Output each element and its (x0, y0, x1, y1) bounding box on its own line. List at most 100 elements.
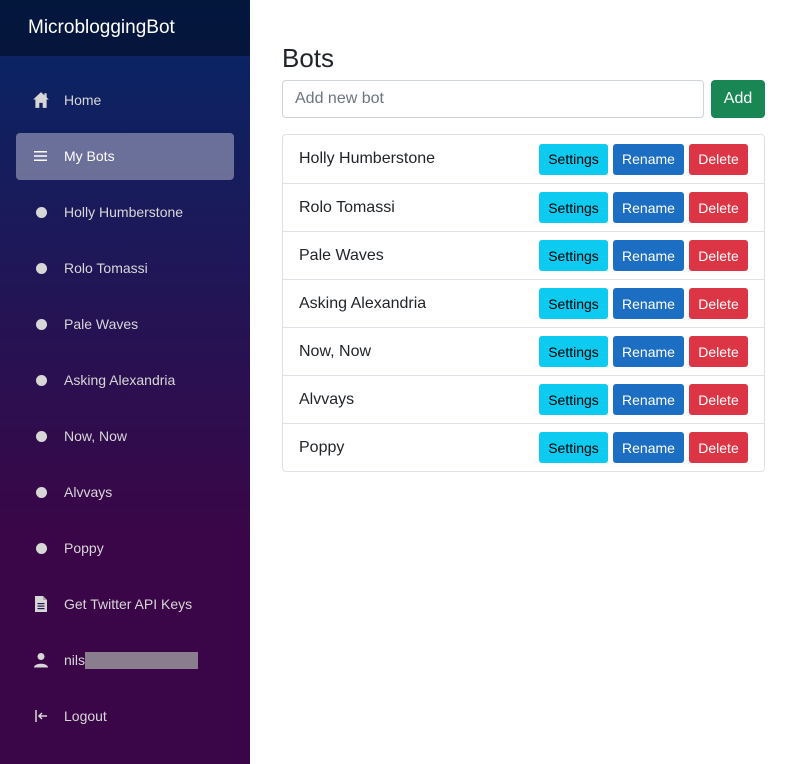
add-bot-button[interactable]: Add (711, 80, 765, 118)
rename-button[interactable]: Rename (613, 192, 684, 223)
delete-button[interactable]: Delete (689, 336, 748, 367)
sidebar-item-label: Poppy (64, 540, 104, 556)
list-item: Asking Alexandria Settings Rename Delete (283, 279, 764, 327)
sidebar-item-label: Holly Humberstone (64, 204, 184, 220)
logout-icon (32, 707, 50, 725)
sidebar-item-bot: Asking Alexandria (0, 352, 250, 408)
sidebar-item-logout: Logout (0, 688, 250, 744)
sidebar-item-label: Pale Waves (64, 316, 139, 332)
bot-name: Rolo Tomassi (299, 198, 395, 216)
bot-name: Pale Waves (299, 246, 384, 264)
dot-icon (32, 483, 50, 501)
rename-button[interactable]: Rename (613, 288, 684, 319)
sidebar: MicrobloggingBot Home My Bots Holly Humb… (0, 0, 250, 764)
settings-button[interactable]: Settings (539, 336, 608, 367)
settings-button[interactable]: Settings (539, 143, 608, 175)
sidebar-item-bot: Poppy (0, 520, 250, 576)
bot-name: Holly Humberstone (299, 150, 436, 167)
delete-button[interactable]: Delete (689, 143, 748, 175)
sidebar-link-logout[interactable]: Logout (16, 693, 234, 740)
delete-button[interactable]: Delete (689, 384, 748, 415)
sidebar-link-bot[interactable]: Alvvays (16, 469, 234, 516)
bot-name: Asking Alexandria (299, 294, 427, 312)
settings-button[interactable]: Settings (539, 288, 608, 319)
sidebar-link-bot[interactable]: Now, Now (16, 413, 234, 460)
sidebar-item-bot: Rolo Tomassi (0, 240, 250, 296)
bot-actions: Settings Rename Delete (539, 143, 748, 175)
list-item: Now, Now Settings Rename Delete (283, 327, 764, 375)
main-content: Bots Add Holly Humberstone Settings Rena… (282, 40, 765, 472)
bot-actions: Settings Rename Delete (539, 192, 748, 223)
delete-button[interactable]: Delete (689, 192, 748, 223)
sidebar-item-label: Get Twitter API Keys (64, 596, 193, 612)
page-title: Bots (282, 43, 335, 73)
rename-button[interactable]: Rename (613, 384, 684, 415)
user-icon (32, 651, 50, 669)
document-icon (32, 595, 50, 613)
settings-button[interactable]: Settings (539, 192, 608, 223)
sidebar-item-label: Alvvays (64, 484, 113, 500)
bot-actions: Settings Rename Delete (539, 384, 748, 415)
dot-icon (32, 427, 50, 445)
list-item: Holly Humberstone Settings Rename Delete (283, 135, 764, 183)
sidebar-item-label: My Bots (64, 148, 115, 164)
bot-list: Holly Humberstone Settings Rename Delete… (282, 134, 765, 472)
sidebar-link-bot[interactable]: Holly Humberstone (16, 189, 234, 236)
home-icon (32, 91, 50, 109)
delete-button[interactable]: Delete (689, 288, 748, 319)
settings-button[interactable]: Settings (539, 432, 608, 463)
dot-icon (32, 259, 50, 277)
delete-button[interactable]: Delete (689, 240, 748, 271)
bot-actions: Settings Rename Delete (539, 288, 748, 319)
rename-button[interactable]: Rename (613, 336, 684, 367)
sidebar-item-user: nils (0, 632, 250, 688)
sidebar-item-api-keys: Get Twitter API Keys (0, 576, 250, 632)
sidebar-link-api-keys[interactable]: Get Twitter API Keys (16, 581, 234, 628)
sidebar-item-label: Rolo Tomassi (64, 260, 148, 276)
sidebar-link-home[interactable]: Home (16, 77, 234, 124)
sidebar-item-bot: Holly Humberstone (0, 184, 250, 240)
sidebar-link-user[interactable]: nils (16, 637, 234, 684)
sidebar-link-my-bots[interactable]: My Bots (16, 132, 234, 180)
sidebar-link-bot[interactable]: Pale Waves (16, 301, 234, 348)
sidebar-item-label: nils (64, 652, 86, 668)
sidebar-item-label: Now, Now (64, 428, 128, 444)
add-bot-input[interactable] (282, 80, 704, 118)
sidebar-item-my-bots: My Bots (0, 128, 250, 184)
bot-actions: Settings Rename Delete (539, 240, 748, 271)
sidebar-item-label: Asking Alexandria (64, 372, 176, 388)
sidebar-item-label: Logout (64, 708, 107, 724)
bot-name: Poppy (299, 438, 345, 456)
list-item: Alvvays Settings Rename Delete (283, 375, 764, 423)
sidebar-item-label: Home (64, 92, 102, 108)
sidebar-link-bot[interactable]: Poppy (16, 525, 234, 572)
dot-icon (32, 371, 50, 389)
redacted-username (85, 651, 199, 669)
dot-icon (32, 315, 50, 333)
list-item: Rolo Tomassi Settings Rename Delete (283, 183, 764, 231)
sidebar-item-home: Home (0, 72, 250, 128)
dot-icon (32, 539, 50, 557)
list-icon (32, 147, 50, 165)
bot-name: Alvvays (299, 390, 355, 408)
settings-button[interactable]: Settings (539, 384, 608, 415)
sidebar-item-bot: Pale Waves (0, 296, 250, 352)
rename-button[interactable]: Rename (613, 240, 684, 271)
dot-icon (32, 203, 50, 221)
delete-button[interactable]: Delete (689, 432, 748, 463)
list-item: Poppy Settings Rename Delete (283, 423, 764, 471)
rename-button[interactable]: Rename (613, 432, 684, 463)
add-bot-form: Add (282, 80, 765, 118)
sidebar-item-bot: Now, Now (0, 408, 250, 464)
rename-button[interactable]: Rename (613, 143, 684, 175)
brand-title[interactable]: MicrobloggingBot (0, 0, 250, 56)
sidebar-item-bot: Alvvays (0, 464, 250, 520)
sidebar-link-bot[interactable]: Rolo Tomassi (16, 245, 234, 292)
bot-name: Now, Now (299, 342, 372, 360)
bot-actions: Settings Rename Delete (539, 432, 748, 463)
sidebar-nav: Home My Bots Holly Humberstone Rolo Toma… (0, 56, 250, 744)
list-item: Pale Waves Settings Rename Delete (283, 231, 764, 279)
bot-actions: Settings Rename Delete (539, 336, 748, 367)
sidebar-link-bot[interactable]: Asking Alexandria (16, 357, 234, 404)
settings-button[interactable]: Settings (539, 240, 608, 271)
